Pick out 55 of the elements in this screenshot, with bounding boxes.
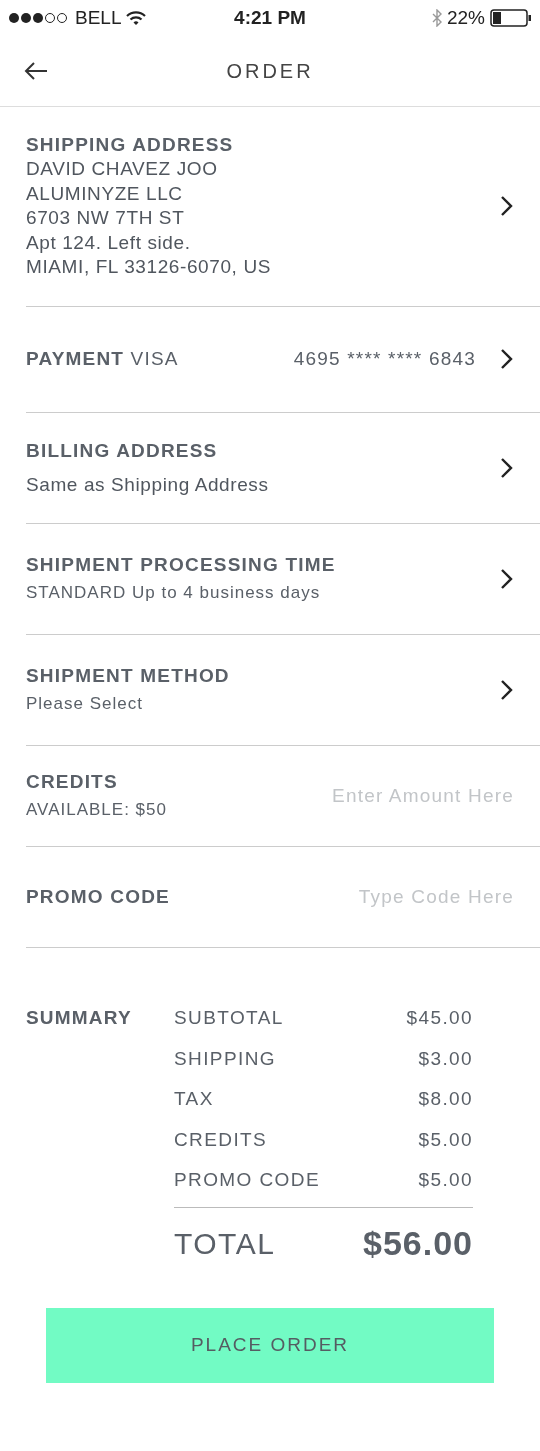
summary-title: SUMMARY <box>26 1006 133 1030</box>
summary-label: PROMO CODE <box>174 1168 320 1192</box>
section-subtitle: AVAILABLE: $50 <box>26 798 167 821</box>
section-title: PROMO CODE <box>26 885 170 909</box>
section-row[interactable]: CREDITS AVAILABLE: $50 Enter Amount Here <box>26 746 540 847</box>
clock-time: 4:21 PM <box>234 7 306 29</box>
summary-label: TAX <box>174 1087 214 1111</box>
summary-label: SHIPPING <box>174 1046 276 1071</box>
section-row[interactable]: BILLING ADDRESS Same as Shipping Address <box>26 412 540 524</box>
chevron-right-icon <box>500 456 514 479</box>
summary-label: SUBTOTAL <box>174 1006 284 1030</box>
chevron-right-icon <box>500 195 514 218</box>
summary-value: $5.00 <box>418 1127 473 1152</box>
section-row[interactable]: SHIPMENT METHOD Please Select <box>26 635 540 746</box>
battery-icon <box>490 9 532 27</box>
summary-value: $8.00 <box>418 1087 473 1111</box>
section-row[interactable]: SHIPMENT PROCESSING TIME STANDARD Up to 4 business days <box>26 524 540 635</box>
summary-label: CREDITS <box>174 1127 268 1152</box>
summary-value: $3.00 <box>418 1046 473 1071</box>
section-subtitle: STANDARD Up to 4 business days <box>26 581 322 604</box>
address-line: ALUMINYZE LLC <box>26 181 184 206</box>
section-title: SHIPMENT PROCESSING TIME <box>26 552 337 577</box>
total-label: TOTAL <box>174 1226 276 1261</box>
chevron-right-icon <box>500 568 514 590</box>
battery-percent: 22% <box>446 7 485 29</box>
address-line: Same as Shipping Address <box>26 472 270 497</box>
section-title: SHIPPING ADDRESS <box>26 133 235 157</box>
screen-title: ORDER <box>225 59 315 83</box>
back-button[interactable] <box>24 62 48 80</box>
address-line: Apt 124. Left side. <box>26 230 192 255</box>
chevron-right-icon <box>500 348 514 370</box>
section-subtitle: Please Select <box>26 692 144 715</box>
section-title: CREDITS <box>26 769 119 794</box>
address-line: DAVID CHAVEZ JOO <box>26 157 219 181</box>
summary-value: $45.00 <box>406 1006 473 1030</box>
carrier-name: BELL <box>75 7 122 29</box>
address-line: 6703 NW 7TH ST <box>26 206 186 230</box>
wifi-icon <box>126 10 147 26</box>
signal-icon <box>8 12 70 24</box>
payment-method: PAYMENT VISA <box>26 348 179 370</box>
summary-value: $5.00 <box>418 1168 473 1192</box>
total-value: $56.00 <box>363 1224 473 1263</box>
section-title: SHIPMENT METHOD <box>26 663 231 688</box>
section-row[interactable]: PROMO CODE Type Code Here <box>26 847 540 948</box>
section-row[interactable]: PAYMENT VISA 4695 **** **** 6843 <box>26 306 540 413</box>
input-field[interactable]: Type Code Here <box>284 886 514 908</box>
address-line: MIAMI, FL 33126-6070, US <box>26 255 272 279</box>
bluetooth-icon <box>431 9 442 27</box>
input-field[interactable]: Enter Amount Here <box>284 785 514 807</box>
place-order-button[interactable]: PLACE ORDER <box>46 1307 494 1383</box>
back-arrow-icon <box>24 62 48 80</box>
section-row[interactable]: SHIPPING ADDRESS DAVID CHAVEZ JOO ALUMINYZE LLC 6703 NW 7TH ST Apt 124. Left side. MIAMI, FL 33126-6070, US <box>26 107 540 307</box>
card-number: 4695 **** **** 6843 <box>293 348 476 370</box>
section-title: BILLING ADDRESS <box>26 438 219 463</box>
chevron-right-icon <box>500 679 514 701</box>
